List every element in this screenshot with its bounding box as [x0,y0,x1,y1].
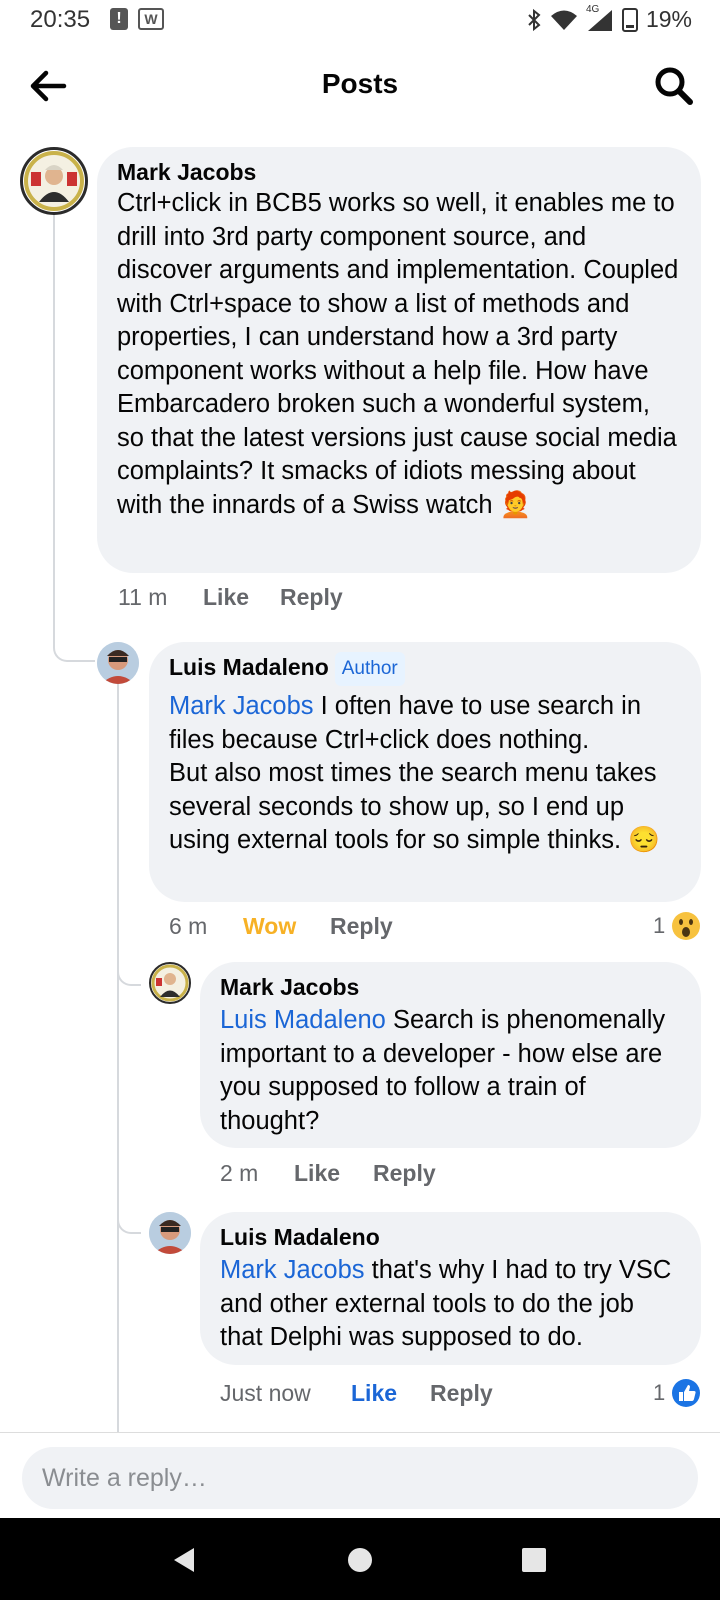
mention-link[interactable]: Mark Jacobs [169,692,314,720]
like-button[interactable]: Like [203,584,280,611]
comment-time: 6 m [169,913,208,939]
comment-bubble: Mark Jacobs Luis Madaleno Search is phen… [200,962,701,1148]
reply-button[interactable]: Reply [330,913,393,940]
reply-button[interactable]: Reply [430,1380,493,1407]
battery-percent: 19% [645,6,692,32]
status-time: 20:35 [30,6,91,33]
thread-line [117,1190,141,1234]
like-reaction-icon [672,1379,701,1407]
comment-text: Luis Madaleno Search is phenomenally imp… [220,1004,681,1138]
comment-time: 11 m [118,584,168,610]
home-nav-icon[interactable] [346,1546,374,1574]
mention-link[interactable]: Mark Jacobs [220,1256,365,1284]
wow-reaction-icon [672,912,701,940]
back-nav-icon[interactable] [170,1546,198,1574]
reply-button[interactable]: Reply [373,1160,436,1187]
reply-input-container[interactable] [22,1447,698,1509]
comment-actions: 2 m Like Reply [220,1160,436,1187]
thread-line [117,670,119,1432]
comment-bubble: Mark Jacobs Ctrl+click in BCB5 works so … [97,147,701,573]
reaction-summary[interactable]: 1 [653,1378,701,1408]
battery-icon [621,7,638,32]
comment-actions: Just now Like Reply [220,1380,493,1407]
comment-text: Mark Jacobs I often have to use search i… [169,690,681,858]
wow-reaction-button[interactable]: Wow [243,913,330,940]
reply-input[interactable] [22,1447,682,1509]
comment-body: Ctrl+click in BCB5 works so well, it ena… [117,189,679,519]
comment-author-line: Luis Madaleno Author [169,652,681,686]
reaction-count: 1 [653,913,666,938]
mention-link[interactable]: Luis Madaleno [220,1006,386,1034]
signal-icon: 4G [586,4,614,32]
comment-author[interactable]: Luis Madaleno [220,1222,681,1252]
author-badge: Author [334,652,405,686]
comment-text: Ctrl+click in BCB5 works so well, it ena… [117,187,681,522]
status-bar: 20:35 ! W 4G 19% [0,0,720,40]
search-icon [655,67,693,105]
thread-line [117,940,141,986]
comment-bubble: Luis Madaleno Mark Jacobs that's why I h… [200,1212,701,1365]
like-button[interactable]: Like [351,1380,430,1407]
alert-icon: ! [110,8,128,30]
comment-actions: 11 m Like Reply [118,584,343,611]
search-button[interactable] [652,64,696,108]
app-header: Posts [0,48,720,128]
comment-time: Just now [220,1380,311,1406]
reply-button[interactable]: Reply [280,584,343,611]
avatar[interactable] [97,642,139,684]
comment-time: 2 m [220,1160,259,1186]
system-navigation-bar [0,1518,720,1600]
comment-actions: 6 m Wow Reply [169,913,393,940]
person-emoji-icon: 🧑‍🦰 [499,490,532,519]
thread-line [53,214,95,662]
comment-bubble: Luis Madaleno Author Mark Jacobs I often … [149,642,701,902]
like-button[interactable]: Like [294,1160,373,1187]
pensive-emoji-icon: 😔 [628,826,660,854]
reply-composer [0,1432,720,1519]
status-icons: 4G 19% [526,4,692,33]
comment-author[interactable]: Mark Jacobs [117,157,681,187]
comment-author[interactable]: Mark Jacobs [220,972,681,1002]
avatar[interactable] [20,147,88,215]
wifi-icon [550,10,577,30]
w-app-icon: W [138,8,164,30]
comment-text: Mark Jacobs that's why I had to try VSC … [220,1254,681,1355]
recents-nav-icon[interactable] [520,1546,548,1574]
page-title: Posts [321,68,399,99]
reaction-count: 1 [653,1380,666,1405]
comment-author[interactable]: Luis Madaleno [169,654,329,680]
avatar[interactable] [149,1212,191,1254]
avatar[interactable] [149,962,191,1004]
reaction-summary[interactable]: 1 [653,911,701,941]
bluetooth-icon [528,8,541,31]
